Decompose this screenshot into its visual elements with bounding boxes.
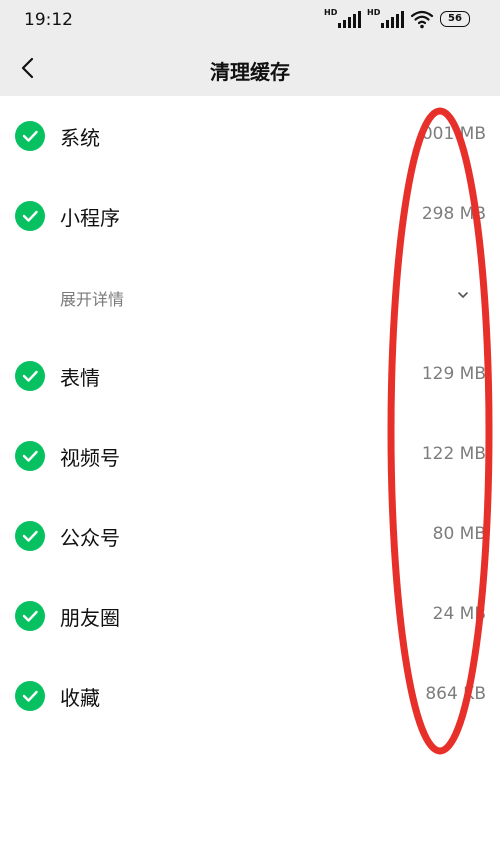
- item-size: 24 MB: [432, 604, 486, 624]
- item-size: 864 KB: [425, 684, 486, 704]
- chevron-down-icon: [458, 292, 468, 298]
- item-size: 122 MB: [421, 444, 486, 464]
- expand-details-row[interactable]: 展开详情: [0, 256, 500, 336]
- item-size: 298 MB: [421, 204, 486, 224]
- check-icon[interactable]: [15, 601, 45, 631]
- hd-label: HD: [367, 8, 381, 17]
- item-name: 系统: [60, 126, 100, 150]
- top-area: 19:12 HD HD 56 清理缓存: [0, 0, 500, 96]
- item-name: 朋友圈: [60, 606, 120, 630]
- item-name: 表情: [60, 366, 100, 390]
- nav-bar: 清理缓存: [0, 42, 500, 96]
- list-item-moments[interactable]: 朋友圈 24 MB: [0, 576, 500, 656]
- check-icon[interactable]: [15, 521, 45, 551]
- check-icon[interactable]: [15, 361, 45, 391]
- list-item-favorites[interactable]: 收藏 864 KB: [0, 656, 500, 736]
- item-size: 80 MB: [432, 524, 486, 544]
- hd-label: HD: [324, 8, 338, 17]
- status-bar: 19:12 HD HD 56: [0, 0, 500, 42]
- check-icon[interactable]: [15, 121, 45, 151]
- check-icon[interactable]: [15, 201, 45, 231]
- list-item-mini-programs[interactable]: 小程序 298 MB: [0, 176, 500, 256]
- item-name: 小程序: [60, 206, 120, 230]
- check-icon[interactable]: [15, 681, 45, 711]
- list-item-official-accounts[interactable]: 公众号 80 MB: [0, 496, 500, 576]
- item-name: 公众号: [60, 526, 120, 550]
- list-item-system[interactable]: 系统 001 MB: [0, 96, 500, 176]
- status-time: 19:12: [24, 10, 73, 30]
- status-icons: HD HD 56: [324, 8, 470, 29]
- item-size: 129 MB: [421, 364, 486, 384]
- list-item-stickers[interactable]: 表情 129 MB: [0, 336, 500, 416]
- expand-details-label: 展开详情: [60, 290, 125, 309]
- item-size: 001 MB: [421, 124, 486, 144]
- list-item-channels[interactable]: 视频号 122 MB: [0, 416, 500, 496]
- page-title: 清理缓存: [210, 60, 290, 84]
- item-name: 视频号: [60, 446, 120, 470]
- wifi-icon: [410, 10, 434, 29]
- signal-icon: HD: [367, 8, 404, 28]
- item-name: 收藏: [60, 686, 100, 710]
- check-icon[interactable]: [15, 441, 45, 471]
- battery-icon: 56: [440, 11, 470, 27]
- signal-icon: HD: [324, 8, 361, 28]
